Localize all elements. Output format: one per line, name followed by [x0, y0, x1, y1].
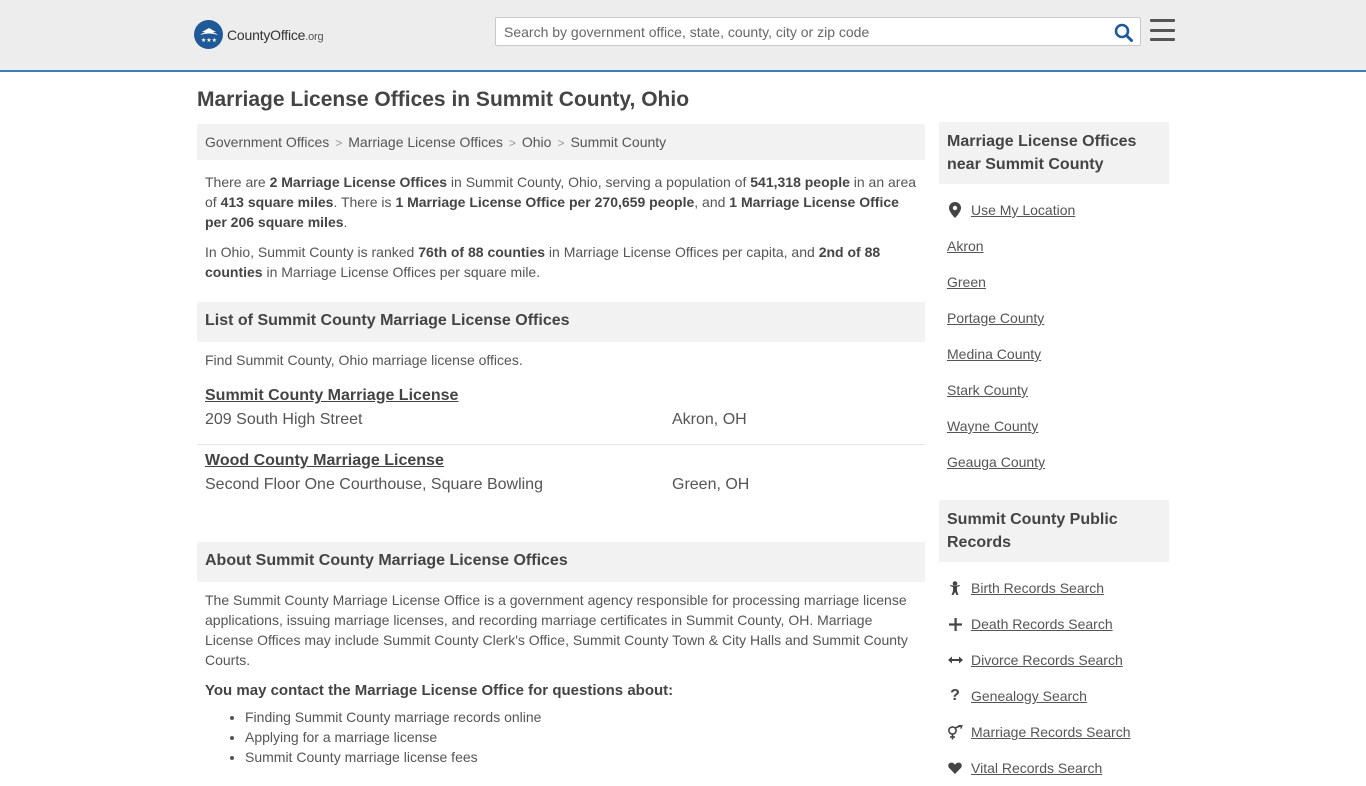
intro-text-segment: in Marriage License Offices per square m…	[262, 264, 541, 280]
intro-text-segment: There are	[205, 174, 270, 190]
office-name-link[interactable]: Wood County Marriage License	[205, 452, 444, 470]
search-button[interactable]	[1112, 21, 1134, 43]
intro-text-segment: , and	[694, 194, 730, 210]
intro-text-segment: In Ohio, Summit County is ranked	[205, 244, 419, 260]
office-address: 209 South High Street	[205, 411, 363, 428]
nearby-list: Use My Location Akron Green Portage Coun…	[939, 192, 1169, 480]
sidebar-item-nearby[interactable]: Medina County	[939, 336, 1169, 372]
breadcrumb: Government Offices > Marriage License Offi…	[197, 124, 925, 160]
intro-text-segment: in Marriage License Offices per capita, …	[545, 244, 819, 260]
site-header: ★★★ CountyOffice.org	[0, 0, 1366, 72]
search-input[interactable]	[496, 18, 1106, 45]
office-city: Green, OH	[672, 476, 750, 493]
main-content: Government Offices > Marriage License Offi…	[197, 124, 925, 767]
about-heading: About Summit County Marriage License Off…	[197, 542, 925, 582]
intro-text-segment: .	[343, 214, 348, 230]
sidebar-item-nearby[interactable]: Geauga County	[939, 444, 1169, 480]
sidebar-item-record[interactable]: Death Records Search	[939, 606, 1169, 642]
sidebar-item-nearby[interactable]: Portage County	[939, 300, 1169, 336]
intro-text: There are 2 Marriage License Offices in …	[197, 172, 925, 282]
contact-questions-heading: You may contact the Marriage License Off…	[205, 682, 674, 699]
intro-text-segment: in Summit County, Ohio, serving a popula…	[447, 174, 751, 190]
sidebar-item-nearby[interactable]: Stark County	[939, 372, 1169, 408]
svg-text:★★★: ★★★	[200, 37, 216, 44]
menu-button[interactable]	[1150, 19, 1175, 41]
intro-text-segment: . There is	[333, 194, 396, 210]
nearby-link[interactable]: Portage County	[947, 310, 1044, 326]
sidebar-item-nearby[interactable]: Akron	[939, 228, 1169, 264]
nearby-offices-heading: Marriage License Offices near Summit Cou…	[939, 122, 1169, 184]
nearby-link[interactable]: Wayne County	[947, 418, 1038, 434]
use-location-link[interactable]: Use My Location	[971, 202, 1075, 218]
breadcrumb-separator: >	[335, 136, 343, 150]
sidebar: Marriage License Offices near Summit Cou…	[939, 122, 1169, 786]
gender-icon	[947, 724, 963, 740]
nearby-link[interactable]: Stark County	[947, 382, 1028, 398]
breadcrumb-item[interactable]: Ohio	[522, 134, 552, 150]
cross-icon	[947, 617, 963, 631]
intro-text-segment: 541,318 people	[750, 174, 850, 190]
logo-text: CountyOffice	[227, 26, 306, 43]
sidebar-item-record[interactable]: Divorce Records Search	[939, 642, 1169, 678]
office-listing: Summit County Marriage License 209 South…	[197, 380, 925, 445]
contact-questions-list: Finding Summit County marriage records o…	[245, 707, 925, 767]
map-marker-icon	[947, 202, 963, 218]
site-logo[interactable]: ★★★ CountyOffice.org	[194, 20, 324, 49]
nearby-link[interactable]: Geauga County	[947, 454, 1045, 470]
search-icon	[1114, 23, 1133, 42]
record-link[interactable]: Vital Records Search	[971, 760, 1102, 776]
intro-text-segment: 76th of 88 counties	[418, 244, 546, 260]
arrows-icon	[947, 655, 963, 665]
office-list-heading: List of Summit County Marriage License O…	[197, 302, 925, 342]
breadcrumb-separator: >	[557, 136, 565, 150]
breadcrumb-item[interactable]: Government Offices	[205, 134, 329, 150]
nearby-link[interactable]: Akron	[947, 238, 984, 254]
record-link[interactable]: Genealogy Search	[971, 688, 1087, 704]
baby-icon	[947, 580, 963, 596]
search-box	[495, 17, 1141, 46]
breadcrumb-separator: >	[508, 136, 516, 150]
sidebar-item-record[interactable]: Vital Records Search	[939, 750, 1169, 786]
record-link[interactable]: Marriage Records Search	[971, 724, 1131, 740]
logo-badge-icon: ★★★	[194, 20, 223, 49]
office-listing: Wood County Marriage License Second Floo…	[197, 445, 925, 510]
breadcrumb-item[interactable]: Marriage License Offices	[348, 134, 503, 150]
page-title: Marriage License Offices in Summit Count…	[197, 88, 690, 111]
public-records-heading: Summit County Public Records	[939, 500, 1169, 562]
office-city: Akron, OH	[672, 411, 747, 428]
intro-text-segment: 413 square miles	[220, 194, 334, 210]
sidebar-item-record[interactable]: Marriage Records Search	[939, 714, 1169, 750]
public-records-list: Birth Records Search Death Records Searc…	[939, 570, 1169, 786]
office-address: Second Floor One Courthouse, Square Bowl…	[205, 476, 543, 493]
intro-paragraph-1: There are 2 Marriage License Offices in …	[205, 172, 917, 232]
sidebar-item-nearby[interactable]: Wayne County	[939, 408, 1169, 444]
question-icon: ?	[950, 687, 960, 704]
intro-text-segment: 2 Marriage License Offices	[269, 174, 448, 190]
use-location-item[interactable]: Use My Location	[939, 192, 1169, 228]
heart-icon	[947, 762, 963, 774]
record-link[interactable]: Death Records Search	[971, 616, 1113, 632]
about-text: The Summit County Marriage License Offic…	[205, 592, 908, 668]
nearby-link[interactable]: Green	[947, 274, 986, 290]
sidebar-item-record[interactable]: ? Genealogy Search	[939, 678, 1169, 714]
list-item: Finding Summit County marriage records o…	[245, 707, 925, 727]
intro-paragraph-2: In Ohio, Summit County is ranked 76th of…	[205, 242, 917, 282]
list-item: Applying for a marriage license	[245, 727, 925, 747]
intro-text-segment: 1 Marriage License Office per 270,659 pe…	[395, 194, 695, 210]
nearby-link[interactable]: Medina County	[947, 346, 1041, 362]
list-item: Summit County marriage license fees	[245, 747, 925, 767]
breadcrumb-item[interactable]: Summit County	[570, 134, 666, 150]
record-link[interactable]: Divorce Records Search	[971, 652, 1123, 668]
hamburger-icon	[1150, 19, 1175, 22]
office-list-description: Find Summit County, Ohio marriage licens…	[205, 352, 523, 368]
office-name-link[interactable]: Summit County Marriage License	[205, 387, 458, 405]
logo-suffix: .org	[305, 30, 324, 43]
record-link[interactable]: Birth Records Search	[971, 580, 1104, 596]
sidebar-item-nearby[interactable]: Green	[939, 264, 1169, 300]
sidebar-item-record[interactable]: Birth Records Search	[939, 570, 1169, 606]
